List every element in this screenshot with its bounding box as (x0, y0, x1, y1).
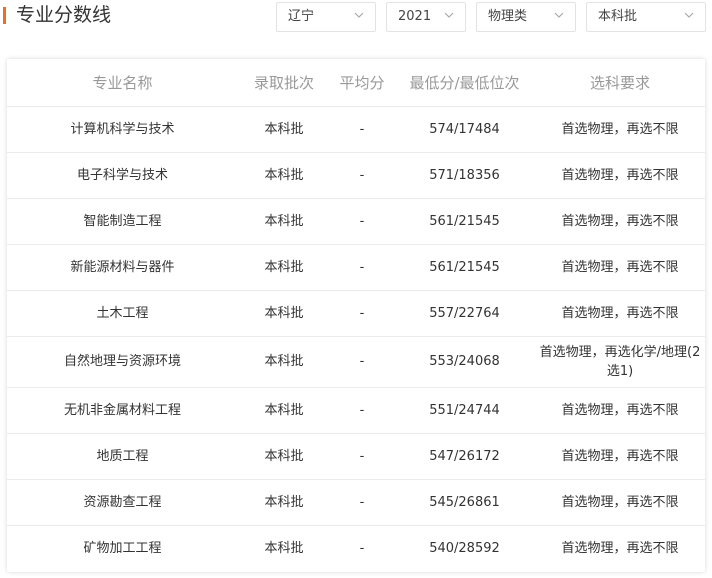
min-score-rank-cell: 547/26172 (394, 433, 535, 480)
chevron-down-icon (684, 12, 694, 18)
batch-select[interactable]: 本科批 (586, 2, 706, 32)
batch-cell: 本科批 (238, 290, 330, 337)
subject-requirement-cell: 首选物理，再选不限 (535, 479, 705, 526)
table-row: 无机非金属材料工程 本科批 - 551/24744 首选物理，再选不限 (7, 387, 705, 434)
batch-cell: 本科批 (238, 387, 330, 434)
table-row: 电子科学与技术 本科批 - 571/18356 首选物理，再选不限 (7, 152, 705, 199)
major-name-cell: 自然地理与资源环境 (7, 336, 238, 388)
average-cell: - (330, 106, 394, 153)
average-cell: - (330, 244, 394, 291)
year-select-value: 2021 (398, 9, 432, 24)
subject-requirement-cell: 首选物理，再选不限 (561, 540, 679, 556)
batch-cell: 本科批 (238, 106, 330, 153)
min-score-rank-cell: 574/17484 (394, 106, 535, 153)
major-name-cell: 新能源材料与器件 (7, 244, 238, 291)
batch-cell: 本科批 (238, 479, 330, 526)
major-name-cell: 资源勘查工程 (7, 479, 238, 526)
average-cell: - (359, 540, 365, 556)
batch-cell: 本科批 (238, 198, 330, 245)
province-select[interactable]: 辽宁 (276, 2, 376, 32)
column-header-min-score-rank: 最低分/最低位次 (394, 59, 535, 107)
min-score-rank-cell: 553/24068 (394, 336, 535, 388)
min-score-rank-cell: 551/24744 (394, 387, 535, 434)
average-cell: - (330, 152, 394, 199)
subject-requirement-cell: 首选物理，再选不限 (535, 290, 705, 337)
table-row: 自然地理与资源环境 本科批 - 553/24068 首选物理，再选化学/地理(2… (7, 336, 705, 388)
table-row: 智能制造工程 本科批 - 561/21545 首选物理，再选不限 (7, 198, 705, 245)
subject-requirement-cell: 首选物理，再选不限 (535, 152, 705, 199)
subject-requirement-cell: 首选物理，再选不限 (535, 433, 705, 480)
table-row: 地质工程 本科批 - 547/26172 首选物理，再选不限 (7, 433, 705, 480)
page-header: 专业分数线 辽宁 2021 物理类 本科批 (0, 0, 712, 36)
table-row: 矿物加工工程 本科批 - 540/28592 首选物理，再选不限 (7, 525, 705, 571)
average-cell: - (330, 433, 394, 480)
chevron-down-icon (444, 12, 454, 18)
batch-select-value: 本科批 (598, 9, 638, 24)
chevron-down-icon (554, 12, 564, 18)
score-table-card: 专业名称 录取批次 平均分 最低分/最低位次 选科要求 计算机科学与技术 本科批… (7, 59, 705, 572)
min-score-rank-cell: 561/21545 (394, 198, 535, 245)
min-score-rank-cell: 557/22764 (394, 290, 535, 337)
subject-requirement-cell: 首选物理，再选不限 (535, 198, 705, 245)
table-header-row: 专业名称 录取批次 平均分 最低分/最低位次 选科要求 (7, 59, 705, 107)
column-header-subject-requirement: 选科要求 (535, 59, 705, 107)
major-name-cell: 电子科学与技术 (7, 152, 238, 199)
column-header-major: 专业名称 (7, 59, 238, 107)
page-title: 专业分数线 (16, 4, 112, 26)
year-select[interactable]: 2021 (386, 2, 466, 32)
batch-cell: 本科批 (264, 540, 304, 556)
table-row: 新能源材料与器件 本科批 - 561/21545 首选物理，再选不限 (7, 244, 705, 291)
column-header-average: 平均分 (330, 59, 394, 107)
min-score-rank-cell: 571/18356 (394, 152, 535, 199)
average-cell: - (330, 290, 394, 337)
average-cell: - (330, 387, 394, 434)
min-score-rank-cell: 561/21545 (394, 244, 535, 291)
batch-cell: 本科批 (238, 152, 330, 199)
chevron-down-icon (354, 12, 364, 18)
province-select-value: 辽宁 (288, 9, 315, 24)
min-score-rank-cell: 545/26861 (394, 479, 535, 526)
major-name-cell: 智能制造工程 (7, 198, 238, 245)
title-accent-bar (3, 7, 6, 24)
major-name-cell: 土木工程 (7, 290, 238, 337)
average-cell: - (330, 198, 394, 245)
subject-requirement-cell: 首选物理，再选化学/地理(2选1) (535, 336, 705, 388)
score-table: 专业名称 录取批次 平均分 最低分/最低位次 选科要求 计算机科学与技术 本科批… (7, 59, 705, 571)
column-header-batch: 录取批次 (238, 59, 330, 107)
major-name-cell: 无机非金属材料工程 (7, 387, 238, 434)
table-row: 计算机科学与技术 本科批 - 574/17484 首选物理，再选不限 (7, 106, 705, 153)
average-cell: - (330, 336, 394, 388)
major-name-cell: 地质工程 (7, 433, 238, 480)
batch-cell: 本科批 (238, 433, 330, 480)
table-row: 资源勘查工程 本科批 - 545/26861 首选物理，再选不限 (7, 479, 705, 526)
average-cell: - (330, 479, 394, 526)
major-name-cell: 矿物加工工程 (83, 540, 162, 556)
table-row: 土木工程 本科批 - 557/22764 首选物理，再选不限 (7, 290, 705, 337)
subject-type-select-value: 物理类 (488, 9, 528, 24)
batch-cell: 本科批 (238, 336, 330, 388)
major-name-cell: 计算机科学与技术 (7, 106, 238, 153)
subject-requirement-cell: 首选物理，再选不限 (535, 106, 705, 153)
subject-type-select[interactable]: 物理类 (476, 2, 576, 32)
subject-requirement-cell: 首选物理，再选不限 (535, 387, 705, 434)
subject-requirement-cell: 首选物理，再选不限 (535, 244, 705, 291)
min-score-rank-cell: 540/28592 (429, 540, 500, 556)
batch-cell: 本科批 (238, 244, 330, 291)
